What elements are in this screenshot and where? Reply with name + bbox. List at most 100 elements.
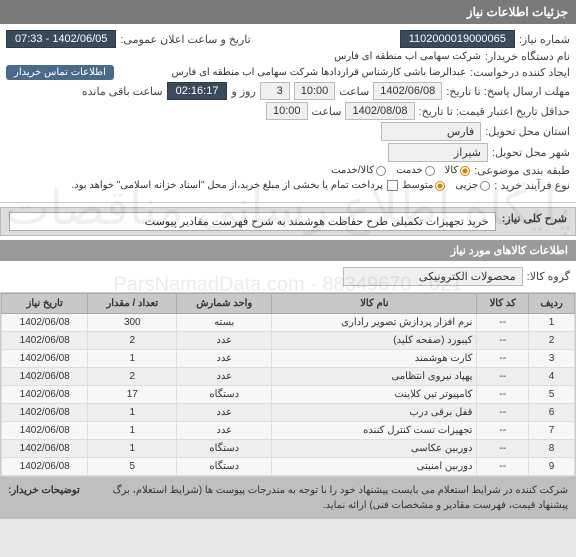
table-header-row: ردیف کد کالا نام کالا واحد شمارش تعداد /… (2, 294, 575, 314)
deadline-time-label: ساعت (339, 85, 369, 98)
desc-value: خرید تجهیزات تکمیلی طرح حفاظت هوشمند به … (9, 212, 496, 231)
radio-dot-icon (376, 166, 386, 176)
buyer-note-text: شرکت کننده در شرایط استعلام می بایست پیش… (113, 485, 568, 511)
cell-n: 3 (529, 350, 575, 368)
buyer-note-label: توضیحات خریدار: (8, 483, 80, 513)
cell-date: 1402/06/08 (2, 422, 88, 440)
buy-process-radio-group: جزیی متوسط (402, 180, 490, 191)
cell-date: 1402/06/08 (2, 404, 88, 422)
cell-date: 1402/06/08 (2, 350, 88, 368)
valid-time-label: ساعت (312, 105, 342, 118)
cell-name: قفل برقی درب (272, 404, 477, 422)
cell-date: 1402/06/08 (2, 314, 88, 332)
city-label: شهر محل تحویل: (492, 146, 570, 159)
radio-khedmat[interactable]: خدمت (396, 165, 435, 176)
table-row[interactable]: 2--کیبورد (صفحه کلید)عدد21402/06/08 (2, 332, 575, 350)
pub-datetime-value: 1402/06/05 - 07:33 (6, 30, 116, 48)
table-row[interactable]: 9--دوربین امنیتیدستگاه51402/06/08 (2, 458, 575, 476)
cell-qty: 1 (88, 404, 177, 422)
table-row[interactable]: 1--نرم افزار پردازش تصویر راداریبسته3001… (2, 314, 575, 332)
contact-info-button[interactable]: اطلاعات تماس خریدار (6, 65, 114, 80)
cell-code: -- (477, 314, 529, 332)
cell-name: پهپاد نیروی انتظامی (272, 368, 477, 386)
cell-n: 2 (529, 332, 575, 350)
table-row[interactable]: 5--کامپیوتر تین کلاینتدستگاه171402/06/08 (2, 386, 575, 404)
province-label: استان محل تحویل: (485, 125, 570, 138)
group-label: گروه کالا: (527, 270, 570, 283)
cell-qty: 1 (88, 350, 177, 368)
cell-name: تجهیزات تست کنترل کننده (272, 422, 477, 440)
creator-label: ایجاد کننده درخواست: (470, 66, 570, 79)
cell-unit: دستگاه (177, 458, 272, 476)
cell-qty: 300 (88, 314, 177, 332)
cell-unit: بسته (177, 314, 272, 332)
pub-datetime-label: تاریخ و ساعت اعلان عمومی: (120, 33, 250, 46)
table-row[interactable]: 6--قفل برقی دربعدد11402/06/08 (2, 404, 575, 422)
category-label: طبقه بندی موضوعی: (474, 164, 570, 177)
divider (0, 202, 576, 203)
cell-date: 1402/06/08 (2, 332, 88, 350)
cell-unit: دستگاه (177, 386, 272, 404)
radio-label: جزیی (455, 180, 478, 191)
time-left: 02:16:17 (167, 82, 228, 100)
cell-date: 1402/06/08 (2, 386, 88, 404)
cell-name: کارت هوشمند (272, 350, 477, 368)
cell-n: 7 (529, 422, 575, 440)
items-header: اطلاعات کالاهای مورد نیاز (0, 240, 576, 261)
radio-kala-khedmat[interactable]: کالا/خدمت (331, 165, 386, 176)
col-unit: واحد شمارش (177, 294, 272, 314)
col-code: کد کالا (477, 294, 529, 314)
table-row[interactable]: 4--پهپاد نیروی انتظامیعدد21402/06/08 (2, 368, 575, 386)
cell-code: -- (477, 350, 529, 368)
radio-dot-icon (435, 181, 445, 191)
cell-name: کیبورد (صفحه کلید) (272, 332, 477, 350)
cell-name: دوربین امنیتی (272, 458, 477, 476)
radio-minor[interactable]: جزیی (455, 180, 490, 191)
cell-name: نرم افزار پردازش تصویر راداری (272, 314, 477, 332)
need-no-label: شماره نیاز: (519, 33, 570, 46)
buy-process-label: نوع فرآیند خرید : (494, 179, 570, 192)
cell-unit: عدد (177, 404, 272, 422)
treasury-checkbox-label: پرداخت تمام یا بخشی از مبلغ خرید،از محل … (71, 180, 383, 191)
cell-qty: 2 (88, 368, 177, 386)
cell-n: 5 (529, 386, 575, 404)
col-qty: تعداد / مقدار (88, 294, 177, 314)
col-name: نام کالا (272, 294, 477, 314)
cell-date: 1402/06/08 (2, 368, 88, 386)
cell-code: -- (477, 458, 529, 476)
cell-qty: 5 (88, 458, 177, 476)
radio-kala[interactable]: کالا (445, 165, 471, 176)
table-row[interactable]: 3--کارت هوشمندعدد11402/06/08 (2, 350, 575, 368)
cell-code: -- (477, 386, 529, 404)
table-row[interactable]: 7--تجهیزات تست کنترل کنندهعدد11402/06/08 (2, 422, 575, 440)
radio-medium[interactable]: متوسط (402, 180, 445, 191)
deadline-date: 1402/06/08 (373, 82, 442, 100)
radio-label: متوسط (402, 180, 433, 191)
cell-date: 1402/06/08 (2, 440, 88, 458)
creator-value: عبدالرضا باشی کارشناس قراردادها شرکت سها… (118, 67, 466, 78)
cell-date: 1402/06/08 (2, 458, 88, 476)
radio-dot-icon (480, 181, 490, 191)
days-left: 3 (260, 82, 290, 100)
category-radio-group: کالا خدمت کالا/خدمت (331, 165, 470, 176)
items-table: ردیف کد کالا نام کالا واحد شمارش تعداد /… (0, 292, 576, 477)
cell-qty: 17 (88, 386, 177, 404)
city-value: شیراز (388, 143, 488, 162)
buyer-value: شرکت سهامی اب منطقه ای فارس (334, 51, 481, 62)
cell-n: 4 (529, 368, 575, 386)
cell-n: 1 (529, 314, 575, 332)
cell-unit: عدد (177, 422, 272, 440)
cell-name: دوربین عکاسی (272, 440, 477, 458)
col-row: ردیف (529, 294, 575, 314)
time-left-suffix: ساعت باقی مانده (82, 85, 163, 98)
cell-code: -- (477, 404, 529, 422)
cell-unit: عدد (177, 350, 272, 368)
radio-label: خدمت (396, 165, 423, 176)
cell-code: -- (477, 368, 529, 386)
page-header: جزئیات اطلاعات نیاز (0, 0, 576, 24)
group-value: محصولات الکترونیکی (343, 267, 523, 286)
treasury-checkbox[interactable] (387, 180, 398, 191)
cell-code: -- (477, 422, 529, 440)
radio-label: کالا (445, 165, 459, 176)
table-row[interactable]: 8--دوربین عکاسیدستگاه11402/06/08 (2, 440, 575, 458)
